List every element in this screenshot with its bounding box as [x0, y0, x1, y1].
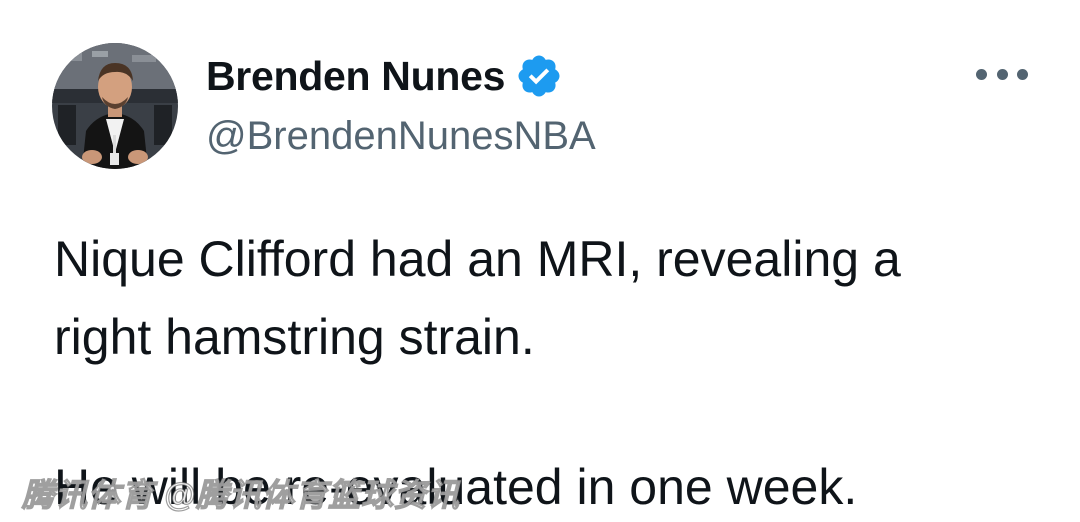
author-name-row: Brenden Nunes [206, 50, 563, 102]
more-dot [996, 68, 1008, 80]
more-horizontal-icon[interactable] [976, 60, 1028, 88]
watermark: 腾讯体育 @腾讯体育篮球资讯 [21, 476, 461, 513]
avatar[interactable] [52, 43, 178, 169]
tweet-line: Nique Clifford had an MRI, revealing a [54, 231, 901, 287]
tweet-line: right hamstring strain. [54, 309, 535, 365]
author-handle[interactable]: @BrendenNunesNBA [206, 114, 596, 159]
verified-badge-icon [515, 52, 563, 100]
author-display-name[interactable]: Brenden Nunes [206, 53, 505, 100]
more-dot [1017, 68, 1028, 80]
tweet-card: Brenden Nunes @BrendenNunesNBA Nique Cli… [0, 0, 1080, 522]
more-dot [976, 68, 987, 80]
profile-photo [52, 43, 178, 169]
